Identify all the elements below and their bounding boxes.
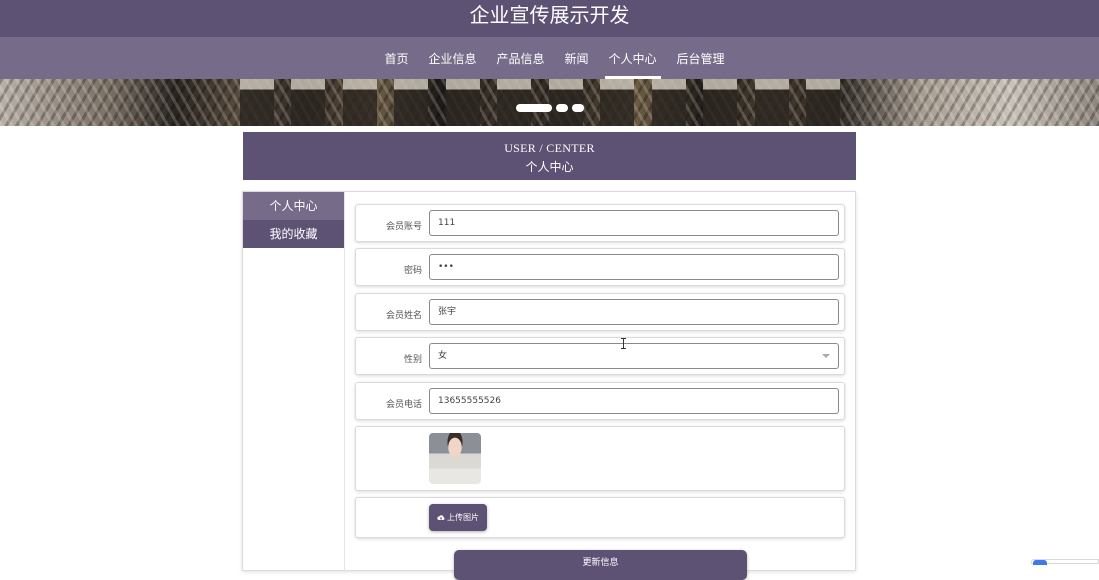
phone-input[interactable]: 13655555526 <box>429 388 839 414</box>
text-cursor-icon <box>621 338 626 349</box>
carousel-dot-1[interactable] <box>515 104 552 112</box>
site-title-bar: 企业宣传展示开发 <box>0 0 1099 37</box>
side-item-user-center[interactable]: 个人中心 <box>243 192 344 220</box>
user-center-panel: 个人中心 我的收藏 会员账号 111 密码 ••• 会员姓名 张宇 性别 女 会… <box>242 191 856 580</box>
side-item-favorites[interactable]: 我的收藏 <box>243 220 344 248</box>
gender-value: 女 <box>438 351 448 361</box>
user-center-header: USER / CENTER 个人中心 <box>243 132 856 180</box>
avatar <box>429 433 481 484</box>
site-title: 企业宣传展示开发 <box>469 3 630 27</box>
password-input[interactable]: ••• <box>429 254 839 280</box>
upload-image-button[interactable]: 上传图片 <box>429 504 487 531</box>
carousel-dot-3[interactable] <box>571 104 584 112</box>
form-row-account: 会员账号 111 <box>355 204 845 242</box>
form-row-upload: 上传图片 <box>355 497 845 538</box>
password-label: 密码 <box>403 266 422 276</box>
account-input[interactable]: 111 <box>429 210 839 236</box>
carousel-dot-2[interactable] <box>555 104 568 112</box>
cloud-upload-icon <box>437 514 445 520</box>
chevron-down-icon <box>822 354 830 358</box>
nav-product-info[interactable]: 产品信息 <box>486 37 554 79</box>
banner-carousel <box>0 79 1099 126</box>
nav-user-center[interactable]: 个人中心 <box>599 37 667 79</box>
header-title-en: USER / CENTER <box>504 141 595 155</box>
upload-image-label: 上传图片 <box>447 513 479 522</box>
account-label: 会员账号 <box>385 222 422 232</box>
nav-home[interactable]: 首页 <box>374 37 418 79</box>
carousel-indicators <box>0 104 1099 112</box>
form-row-phone: 会员电话 13655555526 <box>355 382 845 420</box>
gender-select[interactable]: 女 <box>429 343 839 369</box>
nav-news[interactable]: 新闻 <box>555 37 599 79</box>
main-nav: 首页 企业信息 产品信息 新闻 个人中心 后台管理 <box>0 37 1099 79</box>
side-menu: 个人中心 我的收藏 <box>243 192 344 248</box>
form-row-gender: 性别 女 <box>355 337 845 375</box>
name-label: 会员姓名 <box>385 311 422 321</box>
nav-admin[interactable]: 后台管理 <box>667 37 735 79</box>
phone-label: 会员电话 <box>385 400 422 410</box>
floating-widget[interactable] <box>1031 559 1099 565</box>
nav-company-info[interactable]: 企业信息 <box>418 37 486 79</box>
form-row-password: 密码 ••• <box>355 248 845 286</box>
banner-image <box>240 79 840 126</box>
update-info-button[interactable]: 更新信息 <box>454 550 747 580</box>
form-row-avatar <box>355 426 845 491</box>
form-row-name: 会员姓名 张宇 <box>355 293 845 331</box>
name-input[interactable]: 张宇 <box>429 299 839 325</box>
gender-label: 性别 <box>403 355 422 365</box>
header-title-cn: 个人中心 <box>525 160 574 174</box>
side-divider <box>344 192 345 572</box>
